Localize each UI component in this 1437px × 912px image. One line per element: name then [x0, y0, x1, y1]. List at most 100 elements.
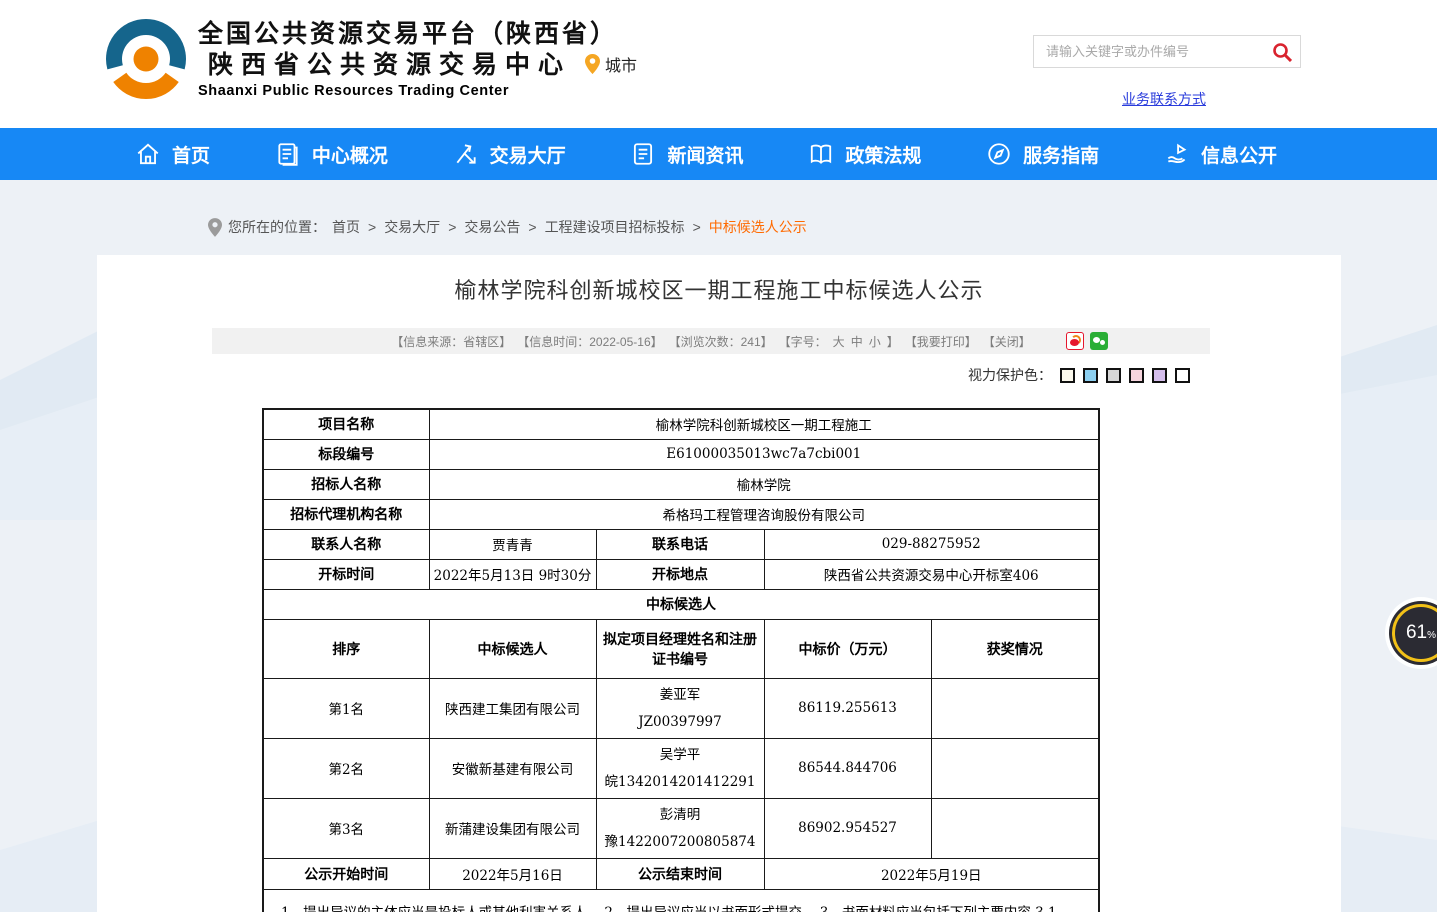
eye-color-gray[interactable] [1106, 368, 1121, 383]
table-row: 联系人名称 贾青青 联系电话 029-88275952 [263, 529, 1099, 559]
tenderer-value: 榆林学院 [429, 469, 1099, 499]
publicity-row: 公示开始时间 2022年5月16日 公示结束时间 2022年5月19日 [263, 858, 1099, 889]
nav-item-disclosure[interactable]: 信息公开 [1164, 141, 1277, 168]
open-place-label: 开标地点 [596, 559, 764, 589]
candidates-section-header: 中标候选人 [263, 589, 1099, 619]
eye-protect-row: 视力保护色： [97, 365, 1341, 385]
breadcrumb-item-announcements[interactable]: 交易公告 [464, 217, 520, 237]
font-size-small-button[interactable]: 小 [869, 333, 881, 350]
manager-name: 吴学平 [597, 746, 764, 764]
nav-item-home[interactable]: 首页 [135, 141, 210, 168]
section-code-label: 标段编号 [263, 439, 429, 469]
candidate-company: 陕西建工集团有限公司 [429, 678, 596, 738]
publicity-end-value: 2022年5月19日 [764, 858, 1099, 889]
share-icons [1066, 332, 1108, 350]
font-size-large-button[interactable]: 大 [833, 333, 845, 350]
breadcrumb-prefix: 您所在的位置： [228, 217, 326, 237]
eye-color-white[interactable] [1175, 368, 1190, 383]
disclosure-icon [1164, 141, 1190, 167]
open-time-value: 2022年5月13日 9时30分 [429, 559, 596, 589]
nav-item-guide[interactable]: 服务指南 [986, 141, 1099, 168]
page-content: 您所在的位置： 首页 > 交易大厅 > 交易公告 > 工程建设项目招标投标 > … [0, 180, 1437, 912]
font-size-medium-button[interactable]: 中 [851, 333, 863, 350]
nav-label: 政策法规 [845, 141, 921, 168]
close-button[interactable]: 【关闭】 [983, 333, 1031, 350]
site-logo[interactable] [100, 13, 192, 107]
table-row: 招标代理机构名称 希格玛工程管理咨询股份有限公司 [263, 499, 1099, 529]
candidate-rank: 第1名 [263, 678, 429, 738]
logo-icon [100, 13, 192, 107]
eye-color-pink[interactable] [1129, 368, 1144, 383]
nav-label: 中心概况 [312, 141, 388, 168]
breadcrumb-item-bidding[interactable]: 工程建设项目招标投标 [545, 217, 685, 237]
cert-number: 豫1422007200805874 [597, 833, 764, 851]
project-name-label: 项目名称 [263, 409, 429, 439]
candidate-rank: 第2名 [263, 738, 429, 798]
objection-notes: 1、提出异议的主体应当是投标人或其他利害关系人。 2、提出异议应当以书面形式提交… [263, 889, 1099, 912]
breadcrumb-item-trade-hall[interactable]: 交易大厅 [384, 217, 440, 237]
nav-item-news[interactable]: 新闻资讯 [630, 141, 743, 168]
breadcrumb-current: 中标候选人公示 [709, 217, 807, 237]
nav-item-trade-hall[interactable]: 交易大厅 [453, 141, 566, 168]
progress-value: 61 [1406, 622, 1427, 644]
agency-value: 希格玛工程管理咨询股份有限公司 [429, 499, 1099, 529]
publicity-start-value: 2022年5月16日 [429, 858, 596, 889]
manager-name: 彭清明 [597, 806, 764, 824]
open-time-label: 开标时间 [263, 559, 429, 589]
search-icon [1272, 42, 1292, 62]
city-label: 城市 [605, 52, 637, 76]
nav-label: 信息公开 [1201, 141, 1277, 168]
publicity-start-label: 公示开始时间 [263, 858, 429, 889]
col-candidate: 中标候选人 [429, 619, 596, 678]
contact-phone-value: 029-88275952 [764, 529, 1099, 559]
candidate-price: 86544.844706 [764, 738, 931, 798]
candidate-row-1: 第1名 陕西建工集团有限公司 姜亚军 JZ00397997 86119.2556… [263, 678, 1099, 738]
site-header: 全国公共资源交易平台（陕西省） 陕西省公共资源交易中心 Shaanxi Publ… [0, 0, 1437, 128]
section-code-value: E61000035013wc7a7cbi001 [429, 439, 1099, 469]
location-pin-icon [585, 54, 600, 74]
breadcrumb-item-home[interactable]: 首页 [332, 217, 360, 237]
search-button[interactable] [1264, 36, 1300, 67]
article-card: 榆林学院科创新城校区一期工程施工中标候选人公示 【信息来源：省辖区】 【信息时间… [97, 255, 1341, 912]
policy-icon [808, 141, 834, 167]
candidate-price: 86902.954527 [764, 798, 931, 858]
candidate-price: 86119.255613 [764, 678, 931, 738]
bid-result-table: 项目名称 榆林学院科创新城校区一期工程施工 标段编号 E61000035013w… [262, 408, 1100, 912]
site-title-en: Shaanxi Public Resources Trading Center [198, 83, 618, 99]
nav-label: 交易大厅 [490, 141, 566, 168]
weibo-share-icon[interactable] [1066, 332, 1084, 350]
search-input[interactable] [1034, 44, 1264, 59]
eye-color-cream[interactable] [1060, 368, 1075, 383]
nav-item-overview[interactable]: 中心概况 [275, 141, 388, 168]
table-row: 招标人名称 榆林学院 [263, 469, 1099, 499]
eye-color-blue[interactable] [1083, 368, 1098, 383]
nav-label: 首页 [172, 141, 210, 168]
candidate-award [931, 798, 1099, 858]
candidate-manager-cert: 姜亚军 JZ00397997 [596, 678, 764, 738]
candidate-company: 安徽新基建有限公司 [429, 738, 596, 798]
article-meta-bar: 【信息来源：省辖区】 【信息时间：2022-05-16】 【浏览次数：241】 … [212, 328, 1210, 354]
breadcrumb-separator: > [368, 219, 376, 235]
candidates-header-row: 排序 中标候选人 拟定项目经理姓名和注册证书编号 中标价（万元） 获奖情况 [263, 619, 1099, 678]
wechat-share-icon[interactable] [1090, 332, 1108, 350]
eye-color-lavender[interactable] [1152, 368, 1167, 383]
tenderer-label: 招标人名称 [263, 469, 429, 499]
business-contact-link[interactable]: 业务联系方式 [1122, 89, 1206, 109]
print-button[interactable]: 【我要打印】 [905, 333, 977, 350]
candidate-award [931, 738, 1099, 798]
col-manager-cert: 拟定项目经理姓名和注册证书编号 [596, 619, 764, 678]
site-brand: 全国公共资源交易平台（陕西省） 陕西省公共资源交易中心 Shaanxi Publ… [198, 18, 618, 99]
candidate-rank: 第3名 [263, 798, 429, 858]
trade-hall-icon [453, 141, 479, 167]
main-nav: 首页 中心概况 交易大厅 新闻资讯 政策法规 服务指南 信息公 [0, 128, 1437, 180]
city-selector[interactable]: 城市 [585, 52, 637, 76]
overview-icon [275, 141, 301, 167]
nav-item-policy[interactable]: 政策法规 [808, 141, 921, 168]
manager-name: 姜亚军 [597, 686, 764, 704]
meta-views: 【浏览次数：241】 [669, 333, 773, 350]
candidate-manager-cert: 吴学平 皖1342014201412291 [596, 738, 764, 798]
meta-source: 【信息来源：省辖区】 [391, 333, 511, 350]
table-section-header-row: 中标候选人 [263, 589, 1099, 619]
breadcrumb-separator: > [693, 219, 701, 235]
col-award: 获奖情况 [931, 619, 1099, 678]
